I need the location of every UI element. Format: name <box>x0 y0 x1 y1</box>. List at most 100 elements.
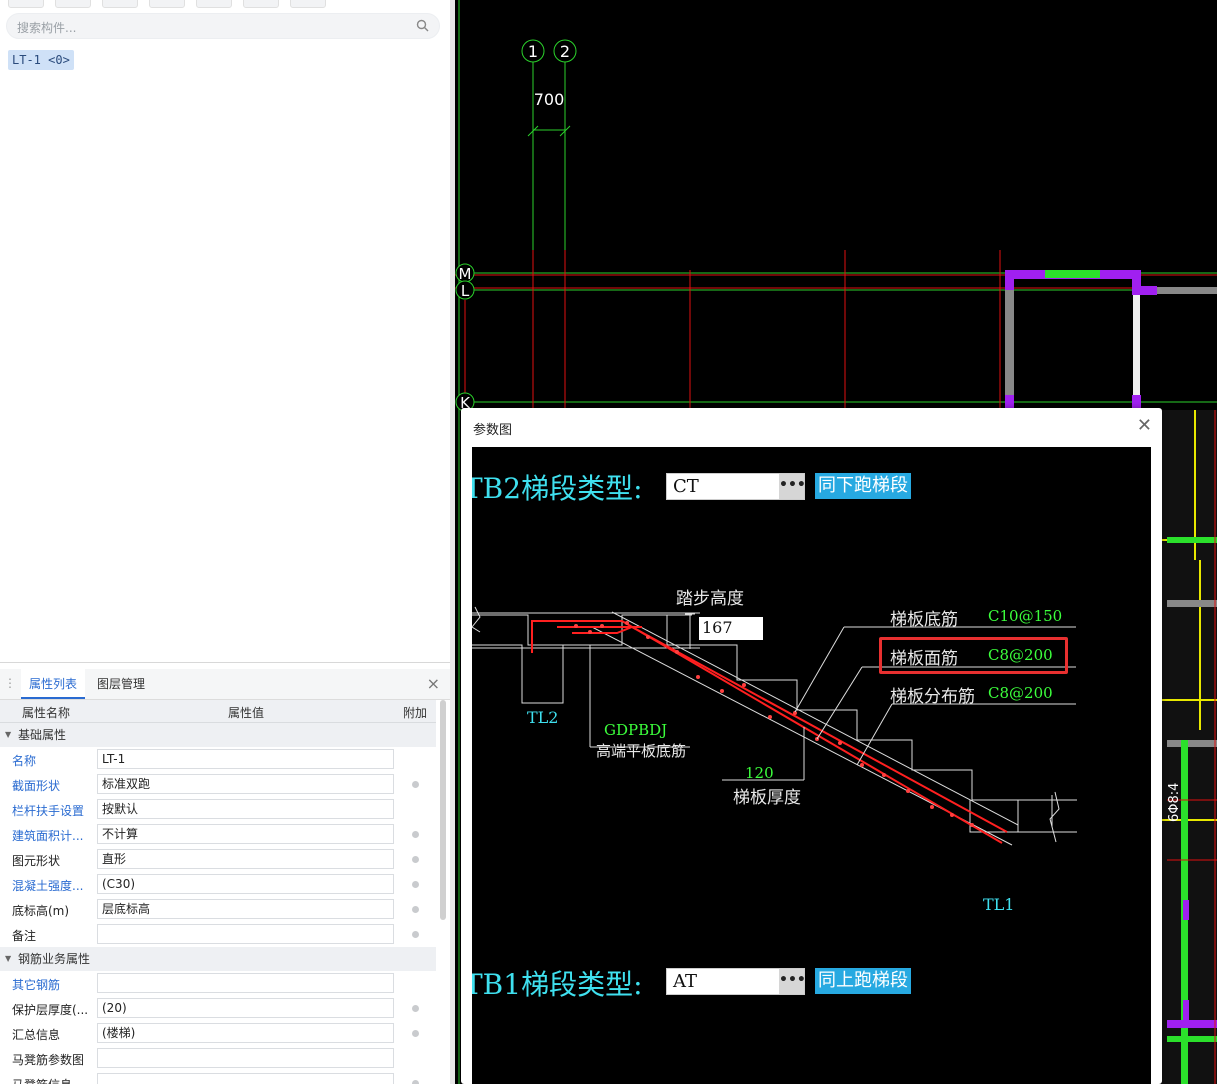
group-rebar[interactable]: ▼ 钢筋业务属性 <box>0 947 436 971</box>
col-header-extra: 附加 <box>403 706 428 720</box>
table-row[interactable]: 混凝土强度... (C30) <box>0 872 436 897</box>
table-row[interactable]: 汇总信息 (楼梯) <box>0 1021 436 1046</box>
collapse-icon[interactable]: ▼ <box>5 947 11 971</box>
extra-checkbox[interactable] <box>412 1030 419 1037</box>
tb2-label: TB2梯段类型: <box>472 472 643 505</box>
dist-rebar-label: 梯板分布筋 <box>890 687 975 707</box>
extra-checkbox[interactable] <box>412 781 419 788</box>
table-row[interactable]: 保护层厚度(... (20) <box>0 996 436 1021</box>
prop-value-field[interactable] <box>97 1073 394 1084</box>
prop-value-field[interactable] <box>97 1048 394 1068</box>
search-input[interactable]: 搜索构件... <box>6 13 440 39</box>
prop-name: 备注 <box>12 929 37 943</box>
extra-checkbox[interactable] <box>412 881 419 888</box>
prop-name: 名称 <box>12 754 37 768</box>
property-grid: 属性名称 属性值 附加 ▼ 基础属性 名称 LT-1 截面形状 标准双跑 栏杆扶手设… <box>0 700 436 1084</box>
col-header-name: 属性名称 <box>22 706 71 720</box>
toolbar-button[interactable] <box>243 0 279 8</box>
close-icon[interactable]: × <box>427 674 440 693</box>
toolbar-button[interactable] <box>102 0 138 8</box>
more-icon[interactable]: ••• <box>779 969 806 994</box>
toolbar-button[interactable] <box>55 0 91 8</box>
prop-name: 底标高(m) <box>12 904 70 918</box>
step-height-label: 踏步高度 <box>676 589 744 609</box>
toolbar-button[interactable] <box>196 0 232 8</box>
dist-rebar-value[interactable]: C8@200 <box>988 684 1053 702</box>
prop-name: 马凳筋参数图 <box>12 1053 85 1067</box>
tb2-type-select[interactable]: CT ••• <box>666 473 806 500</box>
thickness-value[interactable]: 120 <box>745 764 774 782</box>
table-row[interactable]: 建筑面积计... 不计算 <box>0 822 436 847</box>
prop-value-field[interactable]: (楼梯) <box>97 1023 394 1043</box>
prop-value-field[interactable]: 标准双跑 <box>97 774 394 794</box>
toolbar-button[interactable] <box>290 0 326 8</box>
dialog-title: 参数图 <box>473 423 513 438</box>
axis-label: L <box>461 282 470 300</box>
extra-checkbox[interactable] <box>412 1005 419 1012</box>
prop-value-field[interactable] <box>97 924 394 944</box>
gdpbdj-label[interactable]: GDPBDJ <box>604 721 667 739</box>
table-row[interactable]: 名称 LT-1 <box>0 747 436 772</box>
group-basic[interactable]: ▼ 基础属性 <box>0 723 436 747</box>
thickness-label: 梯板厚度 <box>733 788 801 808</box>
highlight-box <box>879 637 1068 674</box>
extra-checkbox[interactable] <box>412 906 419 913</box>
prop-value-field[interactable]: 不计算 <box>97 824 394 844</box>
rebar-annotation: 6Φ8:4 <box>1167 783 1182 822</box>
grid-header: 属性名称 属性值 附加 <box>0 700 436 723</box>
same-as-upper-button[interactable]: 同上跑梯段 <box>815 968 911 994</box>
prop-value-field[interactable] <box>97 973 394 993</box>
prop-value-field[interactable]: 层底标高 <box>97 899 394 919</box>
table-row[interactable]: 图元形状 直形 <box>0 847 436 872</box>
panel-splitter[interactable] <box>0 662 450 663</box>
table-row[interactable]: 栏杆扶手设置 按默认 <box>0 797 436 822</box>
prop-name: 建筑面积计... <box>12 829 84 843</box>
parameter-drawing: TB2梯段类型: CT ••• 同下跑梯段 踏步高度 167 梯板底筋 C10@… <box>472 447 1151 1084</box>
toolbar-button[interactable] <box>149 0 185 8</box>
table-row[interactable]: 马凳筋信息 <box>0 1071 436 1084</box>
table-row[interactable]: 马凳筋参数图 <box>0 1046 436 1071</box>
component-tree-item[interactable]: LT-1 <0> <box>8 50 74 70</box>
extra-checkbox[interactable] <box>412 831 419 838</box>
prop-value-field[interactable]: (C30) <box>97 874 394 894</box>
parameter-dialog: 参数图 ✕ TB2梯段类型: CT ••• 同下跑梯段 踏步高度 167 梯板底… <box>461 408 1162 1084</box>
extra-checkbox[interactable] <box>412 856 419 863</box>
extra-checkbox[interactable] <box>412 1080 419 1084</box>
axis-label: 2 <box>560 42 570 61</box>
bottom-rebar-label: 梯板底筋 <box>890 610 958 630</box>
tab-property-list[interactable]: 属性列表 <box>21 669 86 699</box>
tb2-type-value: CT <box>673 476 699 497</box>
tb1-type-value: AT <box>673 971 698 992</box>
same-as-lower-button[interactable]: 同下跑梯段 <box>815 473 911 499</box>
search-placeholder: 搜索构件... <box>17 21 77 35</box>
prop-name: 图元形状 <box>12 854 61 868</box>
search-icon[interactable] <box>416 19 429 32</box>
prop-value-field[interactable]: 直形 <box>97 849 394 869</box>
tb1-type-select[interactable]: AT ••• <box>666 968 806 995</box>
table-row[interactable]: 截面形状 标准双跑 <box>0 772 436 797</box>
col-header-value: 属性值 <box>228 706 265 720</box>
extra-checkbox[interactable] <box>412 931 419 938</box>
scrollbar[interactable] <box>440 700 446 920</box>
tl2-label: TL2 <box>527 708 559 727</box>
prop-value-field[interactable]: LT-1 <box>97 749 394 769</box>
tab-layer-manager[interactable]: 图层管理 <box>89 669 153 699</box>
prop-value-field[interactable]: 按默认 <box>97 799 394 819</box>
step-height-input[interactable]: 167 <box>699 617 763 640</box>
prop-name: 其它钢筋 <box>12 978 61 992</box>
bottom-rebar-value[interactable]: C10@150 <box>988 607 1062 625</box>
table-row[interactable]: 其它钢筋 <box>0 971 436 996</box>
prop-name: 截面形状 <box>12 779 61 793</box>
group-label: 钢筋业务属性 <box>18 952 91 966</box>
collapse-icon[interactable]: ▼ <box>5 723 11 747</box>
tb1-label: TB1梯段类型: <box>472 968 643 1001</box>
left-panel: 搜索构件... LT-1 <0> ⋮⋮ 属性列表 图层管理 × 属性名称 属性值… <box>0 0 450 1084</box>
dimension-text: 700 <box>534 90 565 109</box>
prop-value-field[interactable]: (20) <box>97 998 394 1018</box>
table-row[interactable]: 底标高(m) 层底标高 <box>0 897 436 922</box>
prop-name: 混凝土强度... <box>12 879 84 893</box>
table-row[interactable]: 备注 <box>0 922 436 947</box>
close-icon[interactable]: ✕ <box>1137 415 1152 436</box>
more-icon[interactable]: ••• <box>779 474 806 499</box>
toolbar-button[interactable] <box>8 0 44 8</box>
